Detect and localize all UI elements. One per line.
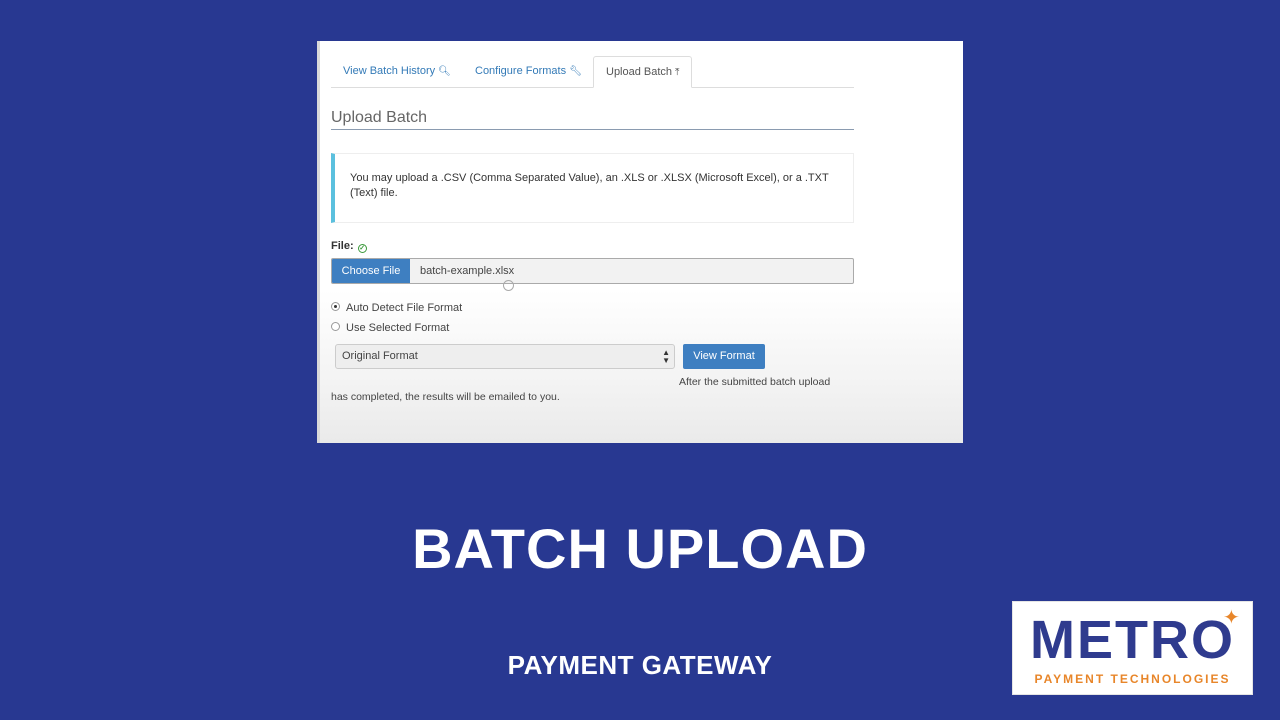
busy-cursor-icon — [503, 280, 514, 291]
tab-label: Configure Formats — [475, 65, 567, 77]
radio-auto-detect[interactable]: Auto Detect File Format — [331, 302, 462, 314]
upload-icon: ⤒ — [675, 67, 680, 78]
selected-file-name: batch-example.xlsx — [420, 265, 515, 277]
sparkle-icon: ✦ — [1223, 607, 1240, 629]
tab-label: View Batch History — [343, 65, 436, 77]
choose-file-button[interactable]: Choose File — [332, 259, 410, 283]
info-alert: You may upload a .CSV (Comma Separated V… — [331, 153, 854, 223]
tab-bar: View Batch History 🔍︎ Configure Formats 🔧︎… — [331, 56, 854, 88]
format-select-value: Original Format — [342, 350, 418, 362]
page-title: BATCH UPLOAD — [412, 517, 868, 580]
radio-checked-icon[interactable] — [331, 302, 340, 311]
tab-label: Upload Batch — [606, 66, 673, 78]
window-edge — [317, 41, 320, 443]
tab-upload-batch[interactable]: Upload Batch ⤒ — [593, 56, 693, 88]
radio-use-selected[interactable]: Use Selected Format — [331, 322, 449, 334]
logo-wordmark: METRO — [1030, 610, 1235, 670]
file-label: File: ✓ — [331, 240, 367, 253]
completion-note-line2: has completed, the results will be email… — [331, 391, 560, 403]
view-format-button[interactable]: View Format — [683, 344, 765, 369]
radio-unchecked-icon[interactable] — [331, 322, 340, 331]
completion-note-line1: After the submitted batch upload — [679, 376, 831, 388]
tab-view-batch-history[interactable]: View Batch History 🔍︎ — [331, 56, 463, 87]
wrench-icon: 🔧︎ — [569, 66, 582, 77]
search-icon: 🔍︎ — [438, 66, 451, 77]
radio-selected-label: Use Selected Format — [346, 322, 450, 334]
section-heading: Upload Batch — [331, 109, 854, 130]
format-select[interactable]: Original Format ▲ ▼ — [335, 344, 675, 369]
app-screenshot: View Batch History 🔍︎ Configure Formats 🔧︎… — [317, 41, 963, 443]
logo-tagline: PAYMENT TECHNOLOGIES — [1034, 672, 1231, 686]
select-arrows-icon: ▲ ▼ — [662, 348, 670, 365]
tab-configure-formats[interactable]: Configure Formats 🔧︎ — [463, 56, 594, 87]
metro-logo: METRO ✦ PAYMENT TECHNOLOGIES — [1012, 601, 1253, 695]
file-input[interactable]: Choose File batch-example.xlsx — [331, 258, 854, 284]
file-label-text: File: — [331, 240, 354, 252]
check-circle-icon: ✓ — [357, 244, 367, 253]
radio-auto-label: Auto Detect File Format — [346, 302, 463, 314]
